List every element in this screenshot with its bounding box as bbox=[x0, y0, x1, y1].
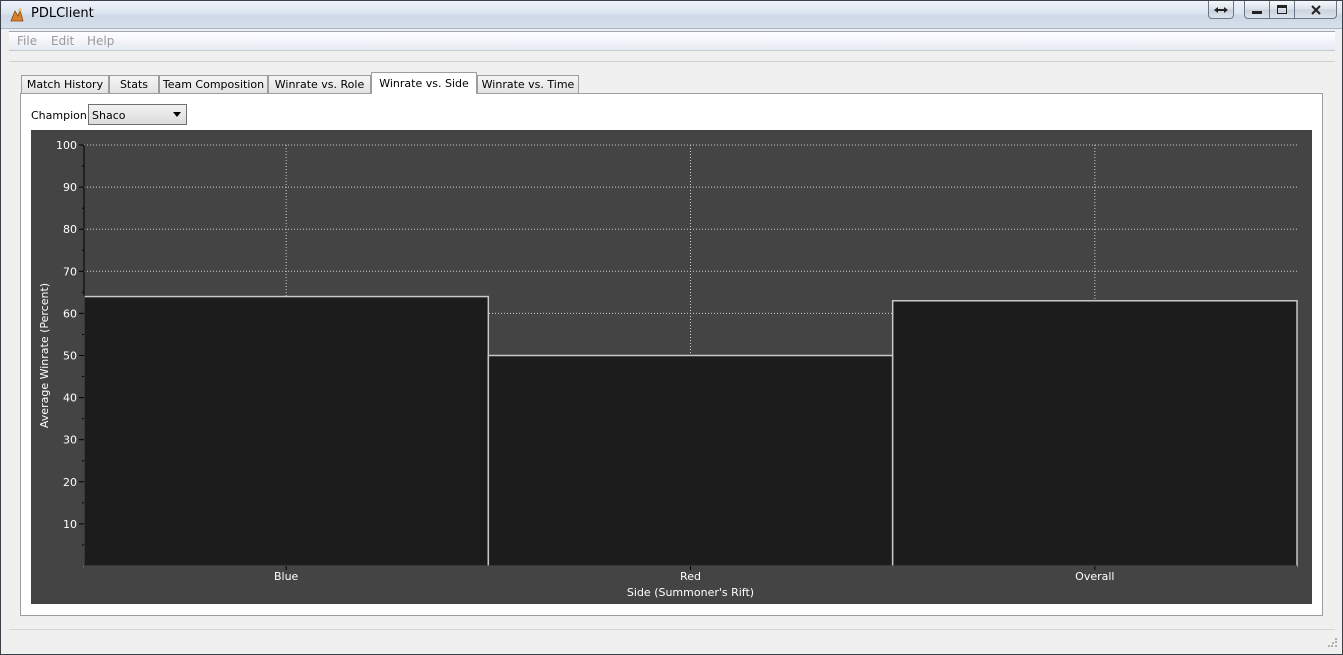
menu-edit[interactable]: Edit bbox=[51, 34, 74, 48]
y-tick-label: 30 bbox=[63, 434, 77, 447]
champion-dropdown[interactable]: Shaco bbox=[88, 104, 187, 125]
y-axis-title: Average Winrate (Percent) bbox=[38, 283, 51, 428]
x-tick-label: Red bbox=[680, 570, 701, 583]
x-axis-title: Side (Summoner's Rift) bbox=[627, 586, 754, 599]
tab-winrate-vs-side[interactable]: Winrate vs. Side bbox=[371, 72, 477, 94]
status-divider bbox=[9, 629, 1335, 630]
tab-panel: Champion: Shaco 10 20 30 40 50 60 70 80 90 100 Blu… bbox=[20, 93, 1323, 616]
bar[interactable] bbox=[83, 295, 490, 567]
menu-divider bbox=[9, 50, 1335, 51]
champion-label: Champion: bbox=[31, 109, 91, 122]
menu-bar: File Edit Help bbox=[9, 31, 1335, 50]
menu-file[interactable]: File bbox=[17, 34, 37, 48]
x-tick-label: Overall bbox=[1075, 570, 1114, 583]
window-title: PDLClient bbox=[31, 6, 94, 21]
minimize-icon bbox=[1252, 10, 1262, 14]
tab-stats[interactable]: Stats bbox=[109, 75, 159, 93]
tab-match-history[interactable]: Match History bbox=[21, 75, 109, 93]
close-button[interactable] bbox=[1294, 1, 1337, 19]
y-tick-label: 80 bbox=[63, 223, 77, 236]
y-tick-label: 60 bbox=[63, 307, 77, 320]
toolbar-area bbox=[9, 61, 1335, 62]
winrate-vs-side-chart: 10 20 30 40 50 60 70 80 90 100 Blue Red Overall Side … bbox=[31, 130, 1312, 604]
tab-winrate-vs-time[interactable]: Winrate vs. Time bbox=[477, 75, 579, 93]
chevron-down-icon bbox=[173, 112, 181, 117]
resize-arrows-icon bbox=[1214, 6, 1228, 13]
tab-winrate-vs-role[interactable]: Winrate vs. Role bbox=[268, 75, 371, 93]
snap-button[interactable] bbox=[1208, 1, 1234, 19]
y-tick-label: 40 bbox=[63, 392, 77, 405]
champion-dropdown-value: Shaco bbox=[92, 109, 126, 122]
winrate-chart-area: 10 20 30 40 50 60 70 80 90 100 Blue Red Overall Side … bbox=[31, 130, 1312, 607]
y-tick-label: 70 bbox=[63, 265, 77, 278]
bar[interactable] bbox=[487, 354, 894, 567]
x-tick-label: Blue bbox=[274, 570, 299, 583]
y-tick-label: 20 bbox=[63, 476, 77, 489]
app-logo-icon bbox=[10, 8, 24, 22]
maximize-icon bbox=[1277, 5, 1287, 14]
y-tick-label: 90 bbox=[63, 181, 77, 194]
y-tick-label: 10 bbox=[63, 518, 77, 531]
tab-team-composition[interactable]: Team Composition bbox=[159, 75, 268, 93]
bar[interactable] bbox=[891, 300, 1298, 567]
app-window: PDLClient File Edit Help Match History S… bbox=[0, 0, 1343, 655]
maximize-button[interactable] bbox=[1269, 1, 1295, 19]
title-bar[interactable]: PDLClient bbox=[1, 1, 1342, 29]
close-icon bbox=[1310, 4, 1321, 15]
y-tick-label: 100 bbox=[56, 139, 77, 152]
y-tick-label: 50 bbox=[63, 350, 77, 363]
menu-help[interactable]: Help bbox=[87, 34, 114, 48]
minimize-button[interactable] bbox=[1244, 1, 1270, 19]
resize-grip-icon[interactable] bbox=[1328, 638, 1338, 648]
